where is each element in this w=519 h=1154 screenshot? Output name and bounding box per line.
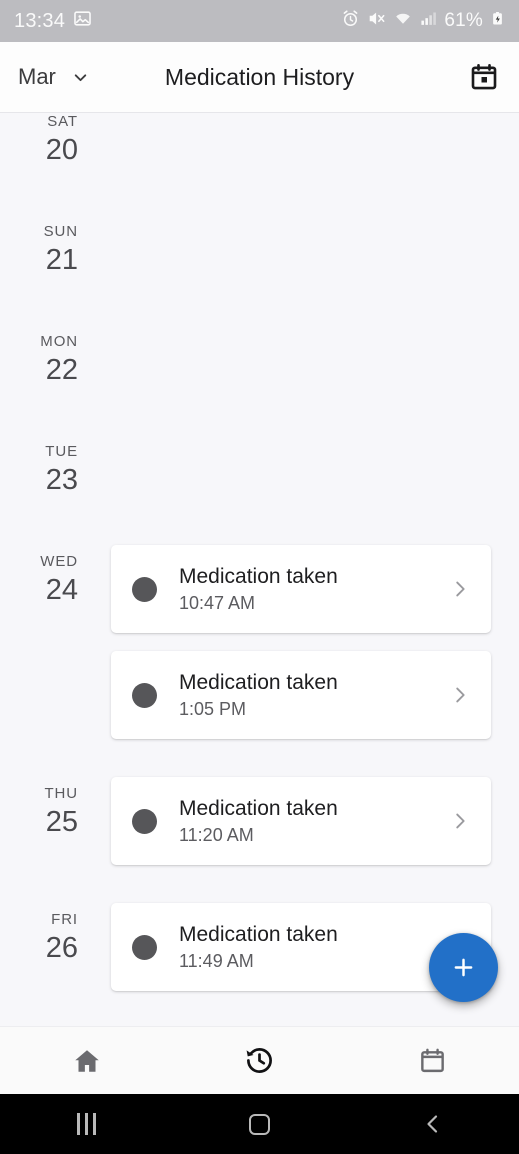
nav-item-home[interactable] (0, 1027, 173, 1094)
back-chevron-icon (421, 1112, 445, 1136)
plus-icon (450, 954, 477, 981)
entry-status-dot (132, 934, 157, 960)
bottom-navigation-bar (0, 1026, 519, 1094)
recents-bars-icon (77, 1113, 96, 1135)
phone-screen: 13:34 61% Mar Medication History SAT 20 … (0, 0, 519, 1154)
entry-text-block: Medication taken 1:05 PM (179, 670, 449, 720)
sys-home-button[interactable] (173, 1113, 346, 1135)
history-clock-icon (244, 1045, 275, 1076)
chevron-right-icon (449, 810, 471, 832)
entry-time: 11:20 AM (179, 825, 254, 845)
battery-percent-label: 61% (444, 10, 483, 31)
day-number-label: 20 (45, 134, 78, 166)
entry-title: Medication taken (179, 565, 338, 588)
date-cell: SAT 20 (0, 113, 78, 167)
day-of-week-label: SAT (47, 113, 78, 130)
chevron-right-icon (449, 578, 471, 600)
medication-entry-card[interactable]: Medication taken 1:05 PM (111, 651, 491, 739)
android-system-navigation (0, 1094, 519, 1154)
status-bar: 13:34 61% (0, 0, 519, 42)
date-cell: WED 24 (0, 553, 78, 607)
entry-status-dot (132, 808, 157, 834)
chevron-down-icon (70, 67, 91, 88)
entry-time: 11:49 AM (179, 951, 254, 971)
medication-entry-card[interactable]: Medication taken 11:20 AM (111, 777, 491, 865)
nav-item-history[interactable] (173, 1027, 346, 1094)
day-of-week-label: MON (40, 333, 78, 350)
image-icon (73, 9, 92, 33)
calendar-today-icon[interactable] (469, 62, 499, 92)
history-list[interactable]: SAT 20 SUN 21 MON 22 TUE 23 WED 24 Medication take… (0, 113, 519, 1026)
sys-recents-button[interactable] (0, 1113, 173, 1135)
entry-title: Medication taken (179, 923, 338, 946)
entry-text-block: Medication taken 10:47 AM (179, 564, 449, 614)
alarm-icon (341, 9, 360, 33)
date-cell: SUN 21 (0, 223, 78, 277)
chevron-right-icon (449, 684, 471, 706)
day-number-label: 21 (45, 244, 78, 276)
day-of-week-label: WED (40, 553, 78, 570)
entry-text-block: Medication taken 11:20 AM (179, 796, 449, 846)
day-number-label: 22 (45, 354, 78, 386)
entry-status-dot (132, 576, 157, 602)
entry-time: 10:47 AM (179, 593, 256, 613)
home-square-icon (249, 1113, 270, 1135)
entry-title: Medication taken (179, 671, 338, 694)
add-entry-fab[interactable] (429, 933, 498, 1002)
date-cell: MON 22 (0, 333, 78, 387)
status-bar-right: 61% (341, 9, 505, 33)
calendar-icon (418, 1046, 447, 1075)
app-bar: Mar Medication History (0, 42, 519, 113)
month-label: Mar (18, 64, 56, 89)
signal-icon (420, 9, 437, 33)
date-cell: TUE 23 (0, 443, 78, 497)
day-of-week-label: THU (44, 785, 78, 802)
day-number-label: 23 (45, 464, 78, 496)
day-number-label: 25 (45, 806, 78, 838)
day-number-label: 24 (45, 574, 78, 606)
date-cell: FRI 26 (0, 911, 78, 965)
day-of-week-label: SUN (43, 223, 78, 240)
date-cell: THU 25 (0, 785, 78, 839)
medication-entry-card[interactable]: Medication taken 10:47 AM (111, 545, 491, 633)
battery-charging-icon (490, 9, 505, 33)
sys-back-button[interactable] (346, 1112, 519, 1136)
month-selector-dropdown[interactable]: Mar (18, 64, 91, 90)
day-of-week-label: TUE (45, 443, 78, 460)
entry-text-block: Medication taken 11:49 AM (179, 922, 449, 972)
wifi-icon (393, 9, 413, 33)
status-bar-clock: 13:34 (14, 9, 66, 32)
entry-time: 1:05 PM (179, 699, 247, 719)
day-of-week-label: FRI (51, 911, 78, 928)
status-bar-left: 13:34 (14, 9, 92, 33)
nav-item-calendar[interactable] (346, 1027, 519, 1094)
entry-status-dot (132, 682, 157, 708)
home-icon (72, 1046, 102, 1076)
entry-title: Medication taken (179, 797, 338, 820)
mute-icon (367, 9, 386, 33)
day-number-label: 26 (45, 932, 78, 964)
